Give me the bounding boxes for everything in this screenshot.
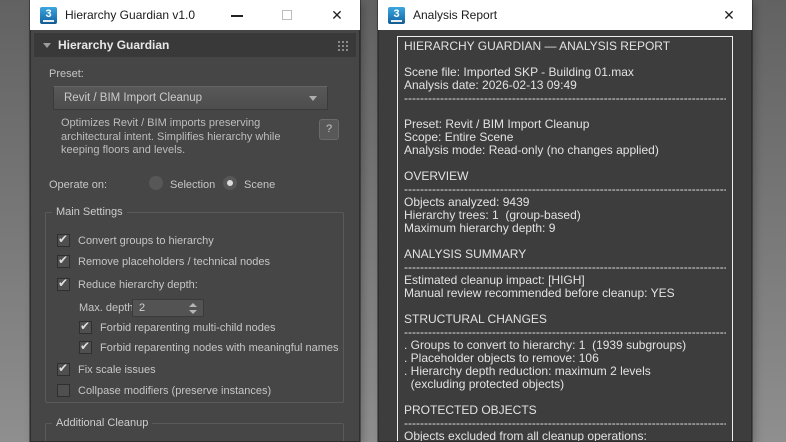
close-button[interactable]: ✕: [722, 8, 736, 22]
analysis-report-window: 3 Analysis Report ✕ HIERARCHY GUARDIAN —…: [378, 0, 752, 442]
report-line: HIERARCHY GUARDIAN — ANALYSIS REPORT: [404, 40, 671, 53]
checkbox-icon[interactable]: [79, 319, 92, 334]
checkbox-label: Remove placeholders / technical nodes: [78, 255, 271, 268]
checkbox-label: Forbid reparenting multi-child nodes: [100, 321, 276, 334]
report-line: Preset: Revit / BIM Import Cleanup: [404, 118, 590, 131]
report-line: [404, 157, 726, 170]
checkbox-icon[interactable]: [57, 361, 70, 376]
checkbox-label: Collpase modifiers (preserve instances): [78, 384, 272, 397]
additional-cleanup-group: Additional Cleanup: [45, 417, 344, 441]
rollout-collapse-icon: [43, 42, 51, 48]
operate-on-label: Operate on:: [49, 179, 108, 191]
max-depth-row: Max. depth 2: [57, 299, 317, 319]
radio-scene-label[interactable]: Scene: [244, 179, 275, 191]
preset-description-line: Optimizes Revit / BIM imports preserving: [61, 117, 261, 129]
report-text-area[interactable]: HIERARCHY GUARDIAN — ANALYSIS REPORT Sce…: [397, 36, 733, 442]
report-line: Maximum hierarchy depth: 9: [404, 222, 556, 235]
rollout-title: Hierarchy Guardian: [58, 38, 170, 52]
rollout-grip-icon[interactable]: [338, 40, 347, 50]
maximize-icon: [282, 10, 292, 20]
right-window-body: HIERARCHY GUARDIAN — ANALYSIS REPORT Sce…: [378, 30, 752, 442]
minimize-button[interactable]: [230, 8, 244, 22]
checkbox-remove-placeholders[interactable]: Remove placeholders / technical nodes: [57, 253, 271, 268]
main-settings-title: Main Settings: [52, 206, 127, 218]
close-button[interactable]: ✕: [330, 8, 344, 22]
report-line: ----------------------------------------…: [404, 183, 726, 196]
3dsmax-app-icon: 3: [40, 6, 57, 24]
report-line: . Groups to convert to hierarchy: 1 (193…: [404, 339, 687, 352]
report-line: Analysis mode: Read-only (no changes app…: [404, 144, 659, 157]
checkbox-label: Convert groups to hierarchy: [78, 234, 214, 247]
checkbox-forbid-meaningful[interactable]: Forbid reparenting nodes with meaningful…: [79, 339, 339, 354]
checkbox-forbid-multichild[interactable]: Forbid reparenting multi-child nodes: [79, 319, 276, 334]
checkbox-icon[interactable]: [57, 232, 70, 247]
close-icon: ✕: [331, 7, 343, 23]
preset-description-line: keeping floors and levels.: [61, 144, 186, 156]
preset-dropdown[interactable]: Revit / BIM Import Cleanup: [53, 86, 328, 110]
max-depth-spinner[interactable]: 2: [132, 299, 204, 317]
left-window-title: Hierarchy Guardian v1.0: [65, 8, 196, 22]
report-line: [404, 391, 726, 404]
report-line: OVERVIEW: [404, 170, 469, 183]
checkbox-icon[interactable]: [57, 253, 70, 268]
maximize-button[interactable]: [280, 8, 294, 22]
report-line: [404, 53, 726, 66]
preset-dropdown-value: Revit / BIM Import Cleanup: [64, 92, 203, 104]
help-button[interactable]: ?: [319, 119, 339, 140]
report-line: [404, 235, 726, 248]
right-titlebar: 3 Analysis Report ✕: [378, 0, 752, 30]
checkbox-icon[interactable]: [57, 384, 70, 397]
additional-cleanup-title: Additional Cleanup: [52, 417, 153, 429]
report-line: Analysis date: 2026-02-13 09:49: [404, 79, 577, 92]
report-line: [404, 300, 726, 313]
preset-description: Optimizes Revit / BIM imports preserving…: [61, 117, 306, 158]
max-depth-label: Max. depth: [79, 302, 134, 314]
report-line: Hierarchy trees: 1 (group-based): [404, 209, 581, 222]
checkbox-collapse-modifiers[interactable]: Collpase modifiers (preserve instances): [57, 384, 271, 397]
left-titlebar: 3 Hierarchy Guardian v1.0 ✕: [30, 0, 360, 30]
report-line: Objects excluded from all cleanup operat…: [404, 430, 647, 442]
report-line: Estimated cleanup impact: [HIGH]: [404, 274, 585, 287]
report-line: (excluding protected objects): [404, 378, 565, 391]
checkbox-label: Fix scale issues: [78, 363, 156, 376]
max-depth-value: 2: [139, 302, 146, 314]
report-line: Scope: Entire Scene: [404, 131, 514, 144]
radio-scene[interactable]: [223, 176, 237, 190]
report-line: STRUCTURAL CHANGES: [404, 313, 547, 326]
report-line: [404, 105, 726, 118]
3dsmax-app-icon: 3: [388, 6, 405, 24]
report-line: ----------------------------------------…: [404, 417, 726, 430]
report-line: ----------------------------------------…: [404, 326, 726, 339]
left-window-body: Hierarchy Guardian Preset: Revit / BIM I…: [30, 30, 360, 442]
report-line: ANALYSIS SUMMARY: [404, 248, 527, 261]
checkbox-label: Forbid reparenting nodes with meaningful…: [100, 341, 339, 354]
radio-selection[interactable]: [149, 176, 163, 190]
spinner-arrows-icon[interactable]: [189, 302, 197, 314]
report-line: . Hierarchy depth reduction: maximum 2 l…: [404, 365, 651, 378]
checkbox-label: Reduce hierarchy depth:: [78, 278, 198, 291]
radio-selection-label[interactable]: Selection: [170, 179, 215, 191]
hierarchy-guardian-window: 3 Hierarchy Guardian v1.0 ✕ Hierarchy Gu…: [30, 0, 360, 442]
rollout-header[interactable]: Hierarchy Guardian: [34, 33, 356, 57]
preset-description-line: architectural intent. Simplifies hierarc…: [61, 130, 281, 143]
minimize-icon: [231, 15, 243, 17]
report-line: Manual review recommended before cleanup…: [404, 287, 675, 300]
report-line: Objects analyzed: 9439: [404, 196, 530, 209]
checkbox-fix-scale[interactable]: Fix scale issues: [57, 361, 156, 376]
report-line: PROTECTED OBJECTS: [404, 404, 537, 417]
close-icon: ✕: [723, 7, 735, 23]
report-line: . Placeholder objects to remove: 106: [404, 352, 599, 365]
report-line: Scene file: Imported SKP - Building 01.m…: [404, 66, 634, 79]
right-window-title: Analysis Report: [413, 8, 498, 22]
report-line: ----------------------------------------…: [404, 261, 726, 274]
chevron-down-icon: [309, 95, 317, 101]
checkbox-icon[interactable]: [79, 339, 92, 354]
checkbox-reduce-depth[interactable]: Reduce hierarchy depth:: [57, 276, 198, 291]
checkbox-convert-groups[interactable]: Convert groups to hierarchy: [57, 232, 214, 247]
report-line: ----------------------------------------…: [404, 92, 726, 105]
checkbox-icon[interactable]: [57, 276, 70, 291]
preset-label: Preset:: [49, 68, 84, 80]
